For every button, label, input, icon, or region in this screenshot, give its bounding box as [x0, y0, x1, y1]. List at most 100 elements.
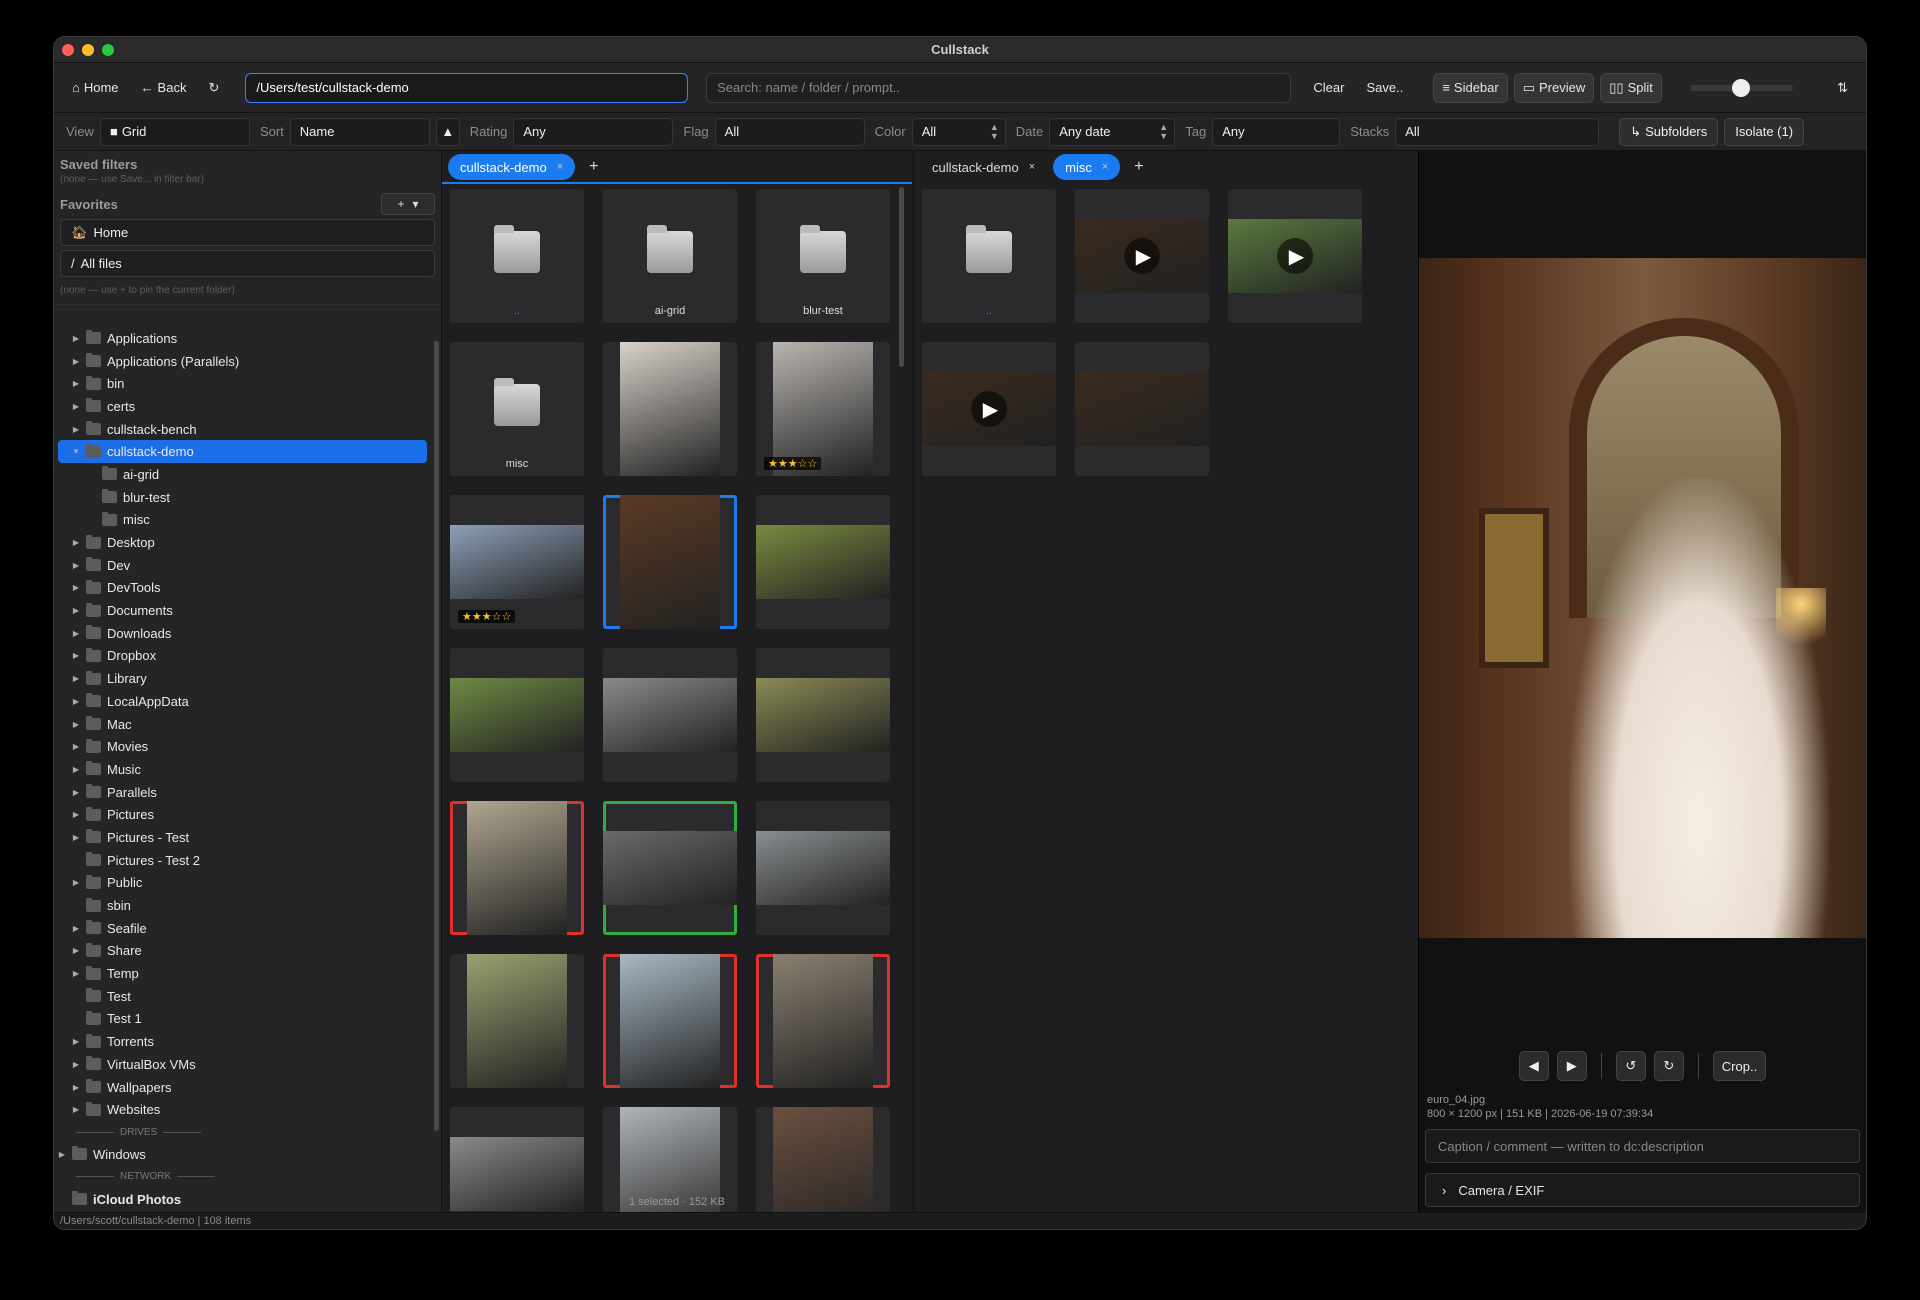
tree-item[interactable]: ▶ Pictures	[54, 803, 431, 826]
photo-thumbnail[interactable]	[756, 648, 890, 782]
add-favorite-button[interactable]: + ▾	[381, 193, 435, 215]
isolate-button[interactable]: Isolate (1)	[1724, 117, 1805, 146]
photo-thumbnail[interactable]	[450, 648, 584, 782]
caret-right-icon[interactable]: ▶	[70, 788, 82, 797]
tree-item[interactable]: ▶ Seafile	[54, 917, 431, 940]
rotate-left-button[interactable]: ↺	[1615, 1051, 1646, 1081]
add-tab-button[interactable]: +	[581, 158, 606, 176]
caret-right-icon[interactable]: ▶	[70, 1060, 82, 1069]
video-thumbnail[interactable]: ▶	[1228, 189, 1362, 323]
subfolders-button[interactable]: ↳ Subfolders	[1619, 117, 1719, 146]
caret-right-icon[interactable]: ▶	[70, 946, 82, 955]
next-button[interactable]: ▶	[1556, 1051, 1587, 1081]
caret-right-icon[interactable]: ▶	[70, 1037, 82, 1046]
caret-right-icon[interactable]: ▶	[70, 810, 82, 819]
tree-item[interactable]: ▶ LocalAppData	[54, 690, 431, 713]
caret-right-icon[interactable]: ▶	[70, 674, 82, 683]
caret-right-icon[interactable]: ▶	[70, 765, 82, 774]
close-window-button[interactable]	[62, 44, 74, 56]
tree-item[interactable]: ▶ Music	[54, 758, 431, 781]
flag-select[interactable]: All	[714, 117, 865, 146]
color-select[interactable]: All ▲ ▼	[911, 117, 1006, 146]
caret-right-icon[interactable]: ▶	[70, 1105, 82, 1114]
photo-thumbnail[interactable]	[450, 801, 584, 935]
tag-select[interactable]: Any	[1212, 117, 1341, 146]
back-button[interactable]: ← Back	[133, 73, 195, 103]
caret-right-icon[interactable]: ▶	[70, 651, 82, 660]
tree-item[interactable]: ▶ Public	[54, 872, 431, 895]
close-tab-icon[interactable]: ×	[557, 161, 563, 173]
tree-item[interactable]: ▶ Dropbox	[54, 645, 431, 668]
caret-right-icon[interactable]: ▶	[70, 561, 82, 570]
clear-button[interactable]: Clear	[1305, 73, 1352, 103]
tree-item[interactable]: ▶ Library	[54, 667, 431, 690]
minimize-window-button[interactable]	[82, 44, 94, 56]
folder-thumbnail[interactable]: ..	[922, 189, 1056, 323]
date-select[interactable]: Any date ▲ ▼	[1049, 117, 1176, 146]
pane-tab[interactable]: cullstack-demo ×	[448, 154, 576, 180]
tree-item[interactable]: sbin	[54, 894, 431, 917]
tree-item[interactable]: ▼ cullstack-demo	[58, 440, 427, 464]
caret-right-icon[interactable]: ▶	[70, 833, 82, 842]
caret-right-icon[interactable]: ▶	[70, 697, 82, 706]
tree-item[interactable]: ▶ certs	[54, 395, 431, 418]
tree-item[interactable]: Pictures - Test 2	[54, 849, 431, 872]
tree-item[interactable]: ▶ Applications	[54, 327, 431, 350]
tree-item[interactable]: ▶ Dev	[54, 554, 431, 577]
tree-item[interactable]: ▶ bin	[54, 372, 431, 395]
photo-thumbnail[interactable]: ★★★☆☆	[450, 495, 584, 629]
caret-right-icon[interactable]: ▶	[70, 969, 82, 978]
folder-thumbnail[interactable]: ..	[450, 189, 584, 323]
photo-thumbnail[interactable]	[1075, 342, 1209, 476]
network-item[interactable]: iCloud Photos	[54, 1188, 431, 1211]
tree-item[interactable]: ▶ VirtualBox VMs	[54, 1053, 431, 1076]
zoom-window-button[interactable]	[102, 44, 114, 56]
tree-item[interactable]: ▶ Movies	[54, 735, 431, 758]
tree-item[interactable]: ▶ Torrents	[54, 1030, 431, 1053]
home-button[interactable]: ⌂ Home	[64, 73, 127, 103]
caret-right-icon[interactable]: ▶	[70, 538, 82, 547]
exif-disclosure[interactable]: › Camera / EXIF	[1425, 1173, 1860, 1207]
caret-right-icon[interactable]: ▶	[70, 629, 82, 638]
split-toggle-button[interactable]: ▯▯ Split	[1600, 72, 1662, 103]
tree-item[interactable]: ▶ Desktop	[54, 531, 431, 554]
caret-right-icon[interactable]: ▶	[70, 357, 82, 366]
sort-select[interactable]: Name	[289, 117, 430, 146]
add-tab-button[interactable]: +	[1126, 158, 1151, 176]
folder-thumbnail[interactable]: ai-grid	[603, 189, 737, 323]
tree-item[interactable]: ▶ Temp	[54, 962, 431, 985]
tree-item[interactable]: ▶ Pictures - Test	[54, 826, 431, 849]
caret-right-icon[interactable]: ▶	[70, 878, 82, 887]
tree-item[interactable]: blur-test	[54, 486, 431, 509]
tree-item[interactable]: ai-grid	[54, 463, 431, 486]
caret-right-icon[interactable]: ▶	[70, 1083, 82, 1092]
video-thumbnail[interactable]: ▶	[1075, 189, 1209, 323]
tree-item[interactable]: ▶ cullstack-bench	[54, 418, 431, 441]
folder-thumbnail[interactable]: misc	[450, 342, 584, 476]
view-select[interactable]: ■ Grid	[99, 117, 250, 146]
tree-item[interactable]: ▶ Documents	[54, 599, 431, 622]
sort-direction-button[interactable]: ⇅	[1829, 73, 1856, 103]
left-pane-scrollbar[interactable]	[899, 187, 904, 367]
video-thumbnail[interactable]: ▶	[922, 342, 1056, 476]
photo-thumbnail[interactable]	[756, 495, 890, 629]
rating-select[interactable]: Any	[513, 117, 674, 146]
favorite-all-files[interactable]: / All files	[60, 250, 435, 277]
favorite-home[interactable]: 🏠︎ Home	[60, 219, 435, 246]
caret-right-icon[interactable]: ▶	[70, 606, 82, 615]
tree-item[interactable]: ▶ Applications (Parallels)	[54, 350, 431, 373]
caret-right-icon[interactable]: ▶	[70, 924, 82, 933]
slider-knob[interactable]	[1731, 78, 1750, 97]
thumbnail-size-slider[interactable]	[1689, 78, 1794, 97]
pane-tab[interactable]: cullstack-demo ×	[920, 154, 1047, 180]
tree-item[interactable]: Test	[54, 985, 431, 1008]
search-input[interactable]: Search: name / folder / prompt..	[706, 72, 1292, 103]
tree-item[interactable]: ▶ DevTools	[54, 577, 431, 600]
tree-item[interactable]: ▶ Mac	[54, 713, 431, 736]
photo-thumbnail[interactable]: ★★★☆☆	[756, 342, 890, 476]
drive-item[interactable]: ▶ Windows	[54, 1143, 431, 1166]
sidebar-toggle-button[interactable]: ≡ Sidebar	[1433, 72, 1508, 103]
folder-thumbnail[interactable]: blur-test	[756, 189, 890, 323]
photo-thumbnail[interactable]	[450, 954, 584, 1088]
photo-thumbnail[interactable]	[603, 342, 737, 476]
